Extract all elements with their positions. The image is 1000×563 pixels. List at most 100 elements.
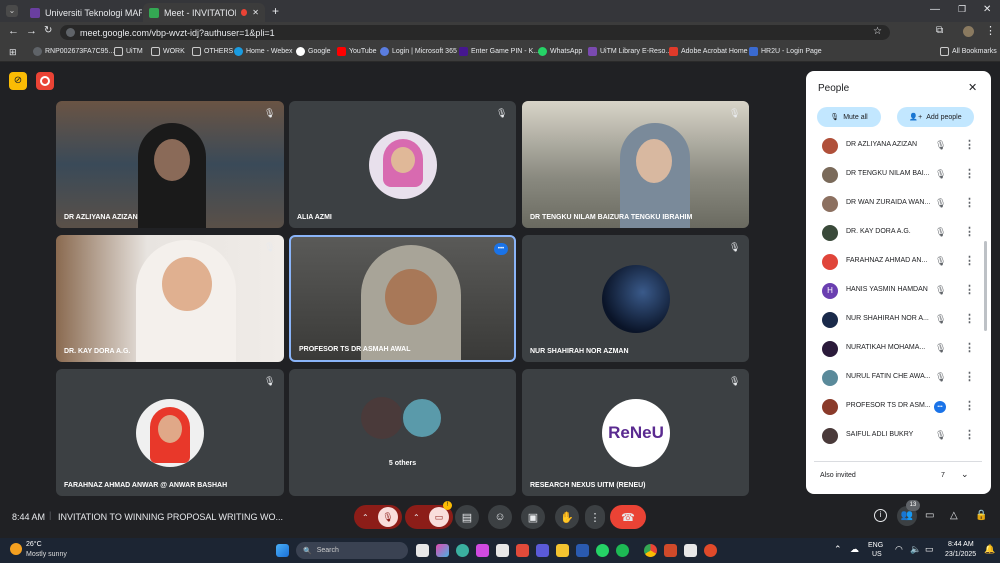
media-player-icon[interactable] [704,544,717,557]
participant-row[interactable]: DR TENGKU NILAM BAI... 🎙 ⋮ [806,161,991,189]
bookmark-item[interactable]: RNP002673FA7C95... [33,47,114,56]
mute-all-button[interactable]: 🎙 Mute all [817,107,881,127]
bookmark-item[interactable]: OTHERS [192,47,233,56]
captions-off-badge[interactable]: ⊘ [9,72,27,90]
menu-icon[interactable]: ⋮ [985,24,996,37]
language-code[interactable]: ENG [868,542,883,549]
more-options-button[interactable]: ⋮ [585,505,605,529]
leave-call-button[interactable]: ☎ [610,505,646,529]
close-window-icon[interactable]: ✕ [983,4,991,15]
present-button[interactable]: ▣ [521,505,545,529]
meeting-info-icon[interactable]: i [874,509,887,522]
bookmark-item[interactable]: Home - Webex [234,47,293,56]
more-options-icon[interactable]: ⋮ [964,138,975,151]
participant-row[interactable]: NURATIKAH MOHAMA... 🎙 ⋮ [806,335,991,363]
video-tile-active-speaker[interactable]: ••• PROFESOR TS DR ASMAH AWAL [289,235,516,362]
participant-row[interactable]: NUR SHAHIRAH NOR A... 🎙 ⋮ [806,306,991,334]
battery-icon[interactable]: ▭ [925,544,934,555]
more-options-icon[interactable]: ⋮ [964,399,975,412]
others-tile[interactable]: 5 others [289,369,516,496]
tab-meet[interactable]: Meet - INVITATION TO WIN ✕ [143,3,265,22]
profile-avatar[interactable] [963,26,974,37]
video-tile[interactable]: 🎙 FARAHNAZ AHMAD ANWAR @ ANWAR BASHAH [56,369,284,496]
participant-row[interactable]: DR AZLIYANA AZIZAN 🎙 ⋮ [806,132,991,160]
weather-icon[interactable] [10,543,22,555]
bookmark-item[interactable]: WhatsApp [538,47,582,56]
participant-row[interactable]: DR. KAY DORA A.G. 🎙 ⋮ [806,219,991,247]
restore-icon[interactable]: ❐ [958,4,966,15]
close-tab-icon[interactable]: ✕ [252,8,259,17]
onedrive-icon[interactable]: ☁ [850,544,859,555]
participant-row[interactable]: SAIFUL ADLI BUKRY 🎙 ⋮ [806,422,991,450]
activities-icon[interactable]: △ [950,510,958,521]
more-options-icon[interactable]: ⋮ [964,254,975,267]
bookmark-item[interactable]: WORK [151,47,185,56]
raise-hand-button[interactable]: ✋ [555,505,579,529]
reactions-button[interactable]: ☺ [488,505,512,529]
captions-button[interactable]: ▤ [455,505,479,529]
video-tile[interactable]: ReNeU 🎙 RESEARCH NEXUS UITM (RENEU) [522,369,749,496]
video-tile[interactable]: 🎙 ALIA AZMI [289,101,516,228]
extensions-icon[interactable]: ⧉ [936,25,943,36]
camera-app-icon[interactable] [516,544,529,557]
bookmark-star-icon[interactable]: ☆ [873,26,882,37]
onenote-icon[interactable] [476,544,489,557]
camera-options-button[interactable]: ⌃ ▭ ! [405,501,453,529]
calendar-icon[interactable] [496,544,509,557]
participant-row[interactable]: H HANIS YASMIN HAMDAN 🎙 ⋮ [806,277,991,305]
edge-icon[interactable] [456,544,469,557]
apps-icon[interactable]: ⊞ [9,47,17,58]
bookmark-item[interactable]: Google [296,47,331,56]
chat-icon[interactable]: ▭ [925,510,934,521]
more-options-icon[interactable]: ⋮ [964,312,975,325]
forward-icon[interactable]: → [26,25,37,37]
add-people-button[interactable]: 👤+ Add people [897,107,974,127]
bookmark-item[interactable]: UiTM [114,47,143,56]
participant-row[interactable]: NURUL FATIN CHE AWA... 🎙 ⋮ [806,364,991,392]
start-icon[interactable] [276,544,289,557]
new-tab-button[interactable]: + [272,4,279,18]
participant-row[interactable]: FARAHNAZ AHMAD AN... 🎙 ⋮ [806,248,991,276]
chevron-up-icon[interactable]: ⌃ [834,544,842,555]
all-bookmarks[interactable]: All Bookmarks [940,47,997,56]
more-options-icon[interactable]: ⋮ [964,225,975,238]
video-tile[interactable]: 🎙 DR. KAY DORA A.G. [56,235,284,362]
video-tile[interactable]: 🎙 DR AZLIYANA AZIZAN [56,101,284,228]
clock-time[interactable]: 8:44 AM [948,541,974,548]
spotify-icon[interactable] [616,544,629,557]
reload-icon[interactable]: ↻ [44,25,52,36]
chrome-icon[interactable] [644,544,657,557]
taskbar-search-input[interactable]: 🔍 Search [296,542,408,559]
back-icon[interactable]: ← [8,25,19,37]
more-options-icon[interactable]: ⋮ [964,428,975,441]
tab-uitm[interactable]: Universiti Teknologi MARA - Ca [24,3,142,22]
task-view-icon[interactable] [416,544,429,557]
bookmark-item[interactable]: YouTube [337,47,377,56]
site-info-icon[interactable] [66,28,75,37]
url-field[interactable]: meet.google.com/vbp-wvzt-idj?authuser=1&… [60,25,890,40]
video-tile[interactable]: 🎙 DR TENGKU NILAM BAIZURA TENGKU IBRAHIM [522,101,749,228]
bookmark-item[interactable]: Adobe Acrobat Home [669,47,748,56]
bookmark-item[interactable]: UiTM Library E-Reso... [588,47,671,56]
participant-row[interactable]: PROFESOR TS DR ASM... ••• ⋮ [806,393,991,421]
wifi-icon[interactable]: ◠ [895,544,903,555]
mic-options-button[interactable]: ⌃ 🎙 [354,505,402,529]
recording-badge[interactable] [36,72,54,90]
bookmark-item[interactable]: HR2U - Login Page [749,47,822,56]
more-options-icon[interactable]: ⋮ [964,283,975,296]
more-options-icon[interactable]: ⋮ [964,370,975,383]
powerpoint-icon[interactable] [664,544,677,557]
video-tile[interactable]: 🎙 NUR SHAHIRAH NOR AZMAN [522,235,749,362]
notifications-icon[interactable]: 🔔 [984,544,995,555]
host-controls-icon[interactable]: 🔒 [975,510,987,521]
close-panel-icon[interactable]: ✕ [968,81,977,94]
file-explorer-icon[interactable] [556,544,569,557]
paint-icon[interactable] [684,544,697,557]
teams-icon[interactable] [536,544,549,557]
more-options-icon[interactable]: ⋮ [964,196,975,209]
volume-icon[interactable]: 🔈 [910,544,921,555]
participants-scrollbar[interactable] [984,241,987,331]
tab-search-button[interactable]: ⌄ [6,5,18,17]
word-icon[interactable] [576,544,589,557]
copilot-icon[interactable] [436,544,449,557]
